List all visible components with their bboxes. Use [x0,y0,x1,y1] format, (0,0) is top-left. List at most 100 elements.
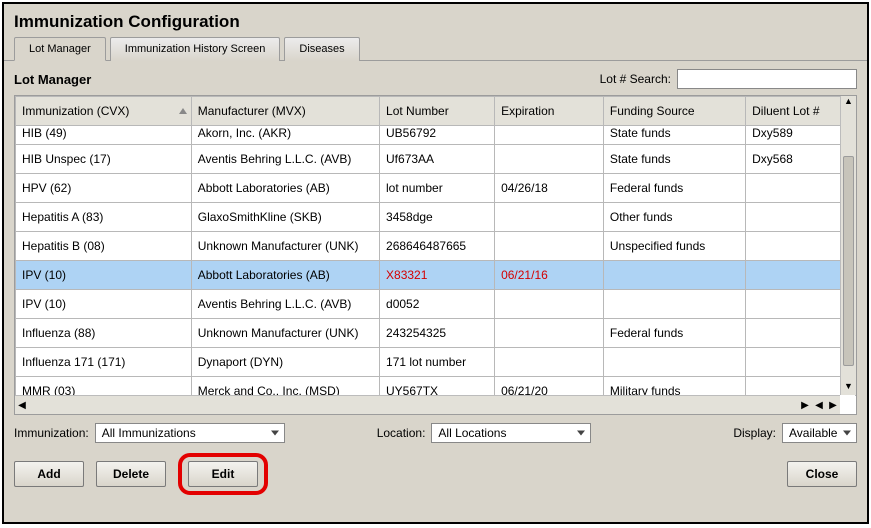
table-cell: Unspecified funds [603,232,745,261]
tab-strip: Lot Manager Immunization History Screen … [4,36,867,61]
lot-table-container: Immunization (CVX) Manufacturer (MVX) Lo… [14,95,857,415]
edit-highlight: Edit [178,453,268,495]
table-cell: IPV (10) [16,261,192,290]
table-row[interactable]: Hepatitis B (08)Unknown Manufacturer (UN… [16,232,856,261]
table-row[interactable]: IPV (10)Abbott Laboratories (AB)X8332106… [16,261,856,290]
table-cell: d0052 [380,290,495,319]
table-cell: 3458dge [380,203,495,232]
panel-title: Lot Manager [14,72,91,87]
scroll-thumb[interactable] [843,156,854,366]
table-cell: X83321 [380,261,495,290]
scroll-right2-arrow-icon[interactable]: ▶ [826,400,840,411]
lot-table: Immunization (CVX) Manufacturer (MVX) Lo… [15,96,856,396]
table-row[interactable]: Influenza 171 (171)Dynaport (DYN)171 lot… [16,348,856,377]
table-cell: State funds [603,126,745,145]
table-cell: Influenza 171 (171) [16,348,192,377]
table-cell: Uf673AA [380,145,495,174]
table-cell: Unknown Manufacturer (UNK) [191,319,379,348]
horizontal-scrollbar[interactable]: ◀ ▶ ◀ ▶ [15,395,840,414]
tab-diseases[interactable]: Diseases [284,37,359,61]
table-cell: UB56792 [380,126,495,145]
table-cell: IPV (10) [16,290,192,319]
scroll-down-arrow-icon[interactable]: ▼ [841,381,856,395]
table-cell: HPV (62) [16,174,192,203]
add-button[interactable]: Add [14,461,84,487]
table-cell: 06/21/20 [495,377,604,397]
search-wrap: Lot # Search: [600,69,857,89]
display-filter-label: Display: [733,426,776,440]
table-cell: Hepatitis A (83) [16,203,192,232]
scroll-left-arrow-icon[interactable]: ◀ [15,400,29,411]
delete-button[interactable]: Delete [96,461,166,487]
table-row[interactable]: HPV (62)Abbott Laboratories (AB)lot numb… [16,174,856,203]
table-row[interactable]: IPV (10)Aventis Behring L.L.C. (AVB)d005… [16,290,856,319]
immunization-filter-select[interactable]: All Immunizations [95,423,285,443]
table-row[interactable]: Influenza (88)Unknown Manufacturer (UNK)… [16,319,856,348]
table-cell [495,290,604,319]
table-cell: 268646487665 [380,232,495,261]
lot-search-input[interactable] [677,69,857,89]
table-cell: HIB (49) [16,126,192,145]
table-cell [495,319,604,348]
tab-immunization-history[interactable]: Immunization History Screen [110,37,281,61]
col-header-label: Immunization (CVX) [22,104,129,118]
display-filter-value: Available [789,426,837,440]
table-cell: Influenza (88) [16,319,192,348]
table-cell: Dynaport (DYN) [191,348,379,377]
table-cell: UY567TX [380,377,495,397]
lot-table-scroll[interactable]: Immunization (CVX) Manufacturer (MVX) Lo… [15,96,856,396]
display-filter-select[interactable]: Available [782,423,857,443]
button-row: Add Delete Edit Close [14,447,857,495]
location-filter-select[interactable]: All Locations [431,423,591,443]
hscroll-track[interactable] [29,400,798,410]
table-cell [603,261,745,290]
table-row[interactable]: MMR (03)Merck and Co., Inc. (MSD)UY567TX… [16,377,856,397]
vertical-scrollbar[interactable]: ▲ ▼ [840,96,856,395]
table-cell: Federal funds [603,174,745,203]
table-cell: State funds [603,145,745,174]
table-cell: 06/21/16 [495,261,604,290]
tab-lot-manager[interactable]: Lot Manager [14,37,106,61]
close-button[interactable]: Close [787,461,857,487]
table-cell: Akorn, Inc. (AKR) [191,126,379,145]
immunization-filter-label: Immunization: [14,426,89,440]
table-cell [495,348,604,377]
table-row[interactable]: HIB Unspec (17)Aventis Behring L.L.C. (A… [16,145,856,174]
panel-header: Lot Manager Lot # Search: [14,69,857,89]
immunization-config-window: Immunization Configuration Lot Manager I… [2,2,869,524]
immunization-filter-value: All Immunizations [102,426,196,440]
table-cell: Federal funds [603,319,745,348]
scroll-up-arrow-icon[interactable]: ▲ [841,96,856,110]
table-cell: 171 lot number [380,348,495,377]
table-cell: 243254325 [380,319,495,348]
table-cell: Aventis Behring L.L.C. (AVB) [191,290,379,319]
table-cell: GlaxoSmithKline (SKB) [191,203,379,232]
table-cell: Other funds [603,203,745,232]
table-cell [495,126,604,145]
search-label: Lot # Search: [600,72,671,86]
col-header-lot-number[interactable]: Lot Number [380,97,495,126]
table-cell: Unknown Manufacturer (UNK) [191,232,379,261]
edit-button[interactable]: Edit [188,461,258,487]
page-title: Immunization Configuration [4,4,867,36]
table-row[interactable]: HIB (49)Akorn, Inc. (AKR)UB56792 State fu… [16,126,856,145]
col-header-manufacturer[interactable]: Manufacturer (MVX) [191,97,379,126]
lot-manager-panel: Lot Manager Lot # Search: Immunization (… [4,61,867,503]
location-filter-value: All Locations [438,426,506,440]
table-cell: 04/26/18 [495,174,604,203]
table-cell: lot number [380,174,495,203]
table-cell: Abbott Laboratories (AB) [191,261,379,290]
table-cell: Abbott Laboratories (AB) [191,174,379,203]
col-header-expiration[interactable]: Expiration [495,97,604,126]
table-cell [495,203,604,232]
table-cell: Aventis Behring L.L.C. (AVB) [191,145,379,174]
scroll-left2-arrow-icon[interactable]: ◀ [812,400,826,411]
table-cell: MMR (03) [16,377,192,397]
table-row[interactable]: Hepatitis A (83)GlaxoSmithKline (SKB)345… [16,203,856,232]
scroll-right-arrow-icon[interactable]: ▶ [798,400,812,411]
col-header-funding-source[interactable]: Funding Source [603,97,745,126]
table-cell [603,290,745,319]
col-header-immunization[interactable]: Immunization (CVX) [16,97,192,126]
filter-row: Immunization: All Immunizations Location… [14,415,857,447]
lot-table-body: HIB (49)Akorn, Inc. (AKR)UB56792 State fu… [16,126,856,397]
